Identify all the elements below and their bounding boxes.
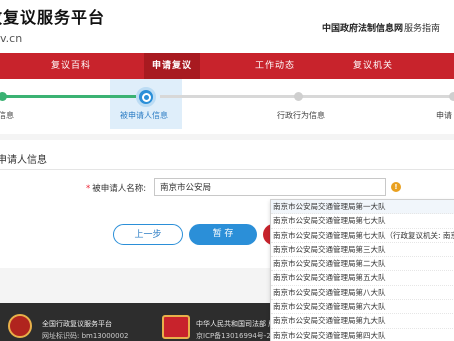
step-label: 申请 (436, 111, 452, 120)
step-dot-pending (294, 92, 303, 101)
footer-platform-name: 全国行政复议服务平台 (42, 320, 112, 328)
autocomplete-option[interactable]: 南京市公安局交通管理局第九大队 (271, 314, 454, 329)
previous-step-button[interactable]: 上一步 (113, 224, 183, 245)
save-draft-button[interactable]: 暂 存 (189, 224, 257, 245)
autocomplete-option[interactable]: 南京市公安局交通管理局第七大队（行政复议机关: 南京 (271, 229, 454, 243)
autocomplete-option[interactable]: 南京市公安局交通管理局第三大队 (271, 243, 454, 258)
step-label: 信息 (0, 111, 14, 120)
site-domain: v.cn (0, 32, 23, 45)
platform-logo-icon (8, 314, 32, 338)
top-link-legal-info[interactable]: 中国政府法制信息网 (322, 21, 403, 34)
top-link-service-guide[interactable]: 服务指南 (404, 21, 440, 34)
footer-site-code: 网址标识码: bm13000002 (42, 332, 129, 340)
respondent-name-label-text: 被申请人名称: (92, 184, 147, 194)
nav-item-news[interactable]: 工作动态 (255, 53, 295, 79)
autocomplete-option[interactable]: 南京市公安局交通管理局第四大队 (271, 329, 454, 341)
respondent-name-input[interactable] (154, 178, 386, 196)
autocomplete-dropdown: 南京市公安局交通管理局第一大队 南京市公安局交通管理局第七大队 南京市公安局交通管理… (270, 199, 454, 341)
nav-item-encyclopedia[interactable]: 复议百科 (51, 53, 91, 79)
step-label: 行政行为信息 (277, 111, 325, 120)
section-title: 申请人信息 (0, 155, 47, 166)
site-title[interactable]: 政复议服务平台 (0, 4, 105, 28)
respondent-name-label: * 被申请人名称: (86, 182, 146, 194)
main-nav: 复议百科 申请复议 工作动态 复议机关 (0, 53, 454, 79)
step-connector-done (0, 95, 136, 98)
autocomplete-option[interactable]: 南京市公安局交通管理局第八大队 (271, 286, 454, 301)
current-step-icon (136, 87, 156, 107)
step-dot-done (0, 92, 7, 101)
autocomplete-option[interactable]: 南京市公安局交通管理局第五大队 (271, 271, 454, 286)
step-connector-pending (160, 95, 454, 98)
autocomplete-option[interactable]: 南京市公安局交通管理局第一大队 (271, 200, 454, 215)
step-label-current: 被申请人信息 (120, 111, 168, 120)
section-divider (0, 169, 454, 170)
nav-item-authorities[interactable]: 复议机关 (353, 53, 393, 79)
nav-item-apply[interactable]: 申请复议 (144, 53, 201, 79)
info-icon[interactable]: ! (391, 182, 401, 192)
required-mark: * (86, 184, 91, 194)
progress-stepper: 信息 被申请人信息 行政行为信息 申请 (0, 79, 454, 134)
government-badge-icon[interactable] (162, 315, 190, 339)
autocomplete-option[interactable]: 南京市公安局交通管理局第六大队 (271, 300, 454, 315)
autocomplete-option[interactable]: 南京市公安局交通管理局第七大队 (271, 214, 454, 229)
site-header: 政复议服务平台 v.cn 中国政府法制信息网 服务指南 (0, 0, 454, 53)
footer-icp[interactable]: 京ICP备13016994号-2 (196, 331, 271, 341)
autocomplete-option[interactable]: 南京市公安局交通管理局第二大队 (271, 257, 454, 272)
step-dot-pending (449, 92, 454, 101)
